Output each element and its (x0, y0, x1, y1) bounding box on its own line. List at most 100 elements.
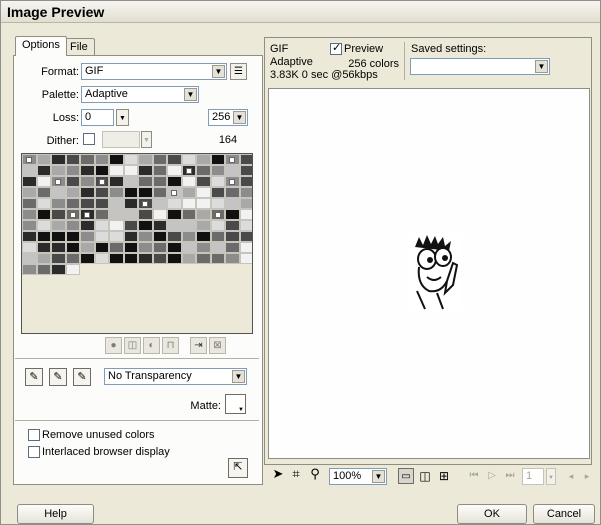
palette-swatch[interactable] (36, 253, 51, 264)
palette-swatch[interactable] (138, 231, 153, 242)
palette-swatch[interactable] (65, 165, 80, 176)
palette-swatch[interactable] (167, 231, 182, 242)
palette-swatch[interactable] (94, 154, 109, 165)
palette-swatch[interactable] (36, 154, 51, 165)
zoom-select[interactable]: 100% ▼ (329, 468, 387, 485)
palette-swatch[interactable] (51, 187, 66, 198)
palette-swatch[interactable] (239, 209, 252, 220)
palette-swatch[interactable] (210, 187, 225, 198)
palette-swatch[interactable] (65, 198, 80, 209)
palette-swatch[interactable] (210, 231, 225, 242)
palette-swatch[interactable] (51, 231, 66, 242)
palette-swatch[interactable] (152, 187, 167, 198)
palette-swatch[interactable] (80, 231, 95, 242)
palette-swatch[interactable] (239, 187, 252, 198)
tab-file[interactable]: File (63, 38, 95, 56)
palette-swatch[interactable] (51, 220, 66, 231)
palette-swatch[interactable] (210, 176, 225, 187)
palette-swatch[interactable] (36, 264, 51, 275)
palette-swatch[interactable] (22, 209, 37, 220)
palette-swatch[interactable] (65, 264, 80, 275)
palette-swatch[interactable] (152, 231, 167, 242)
palette-swatch[interactable] (167, 242, 182, 253)
palette-swatch[interactable] (65, 220, 80, 231)
format-options-button[interactable]: ☰ (230, 63, 247, 80)
palette-swatch[interactable] (196, 209, 211, 220)
palette-swatch[interactable] (167, 187, 182, 198)
palette-swatch[interactable] (36, 187, 51, 198)
colors-select[interactable]: 256 ▼ (208, 109, 248, 126)
palette-swatch[interactable] (181, 198, 196, 209)
palette-swatch[interactable] (181, 154, 196, 165)
frame-input[interactable]: 1 (522, 468, 544, 485)
palette-swatch[interactable] (22, 165, 37, 176)
palette-swatch[interactable] (167, 253, 182, 264)
palette-swatch[interactable] (80, 220, 95, 231)
crop-icon[interactable]: ⌗ (288, 466, 304, 482)
ok-button[interactable]: OK (457, 504, 527, 524)
palette-swatch[interactable] (210, 209, 225, 220)
interlaced-checkbox[interactable] (28, 446, 40, 458)
palette-swatch[interactable] (239, 242, 252, 253)
palette-swatch[interactable] (51, 165, 66, 176)
palette-swatch[interactable] (196, 154, 211, 165)
palette-swatch[interactable] (22, 264, 37, 275)
palette-swatch[interactable] (109, 253, 124, 264)
palette-swatch[interactable] (152, 154, 167, 165)
palette-swatch[interactable] (181, 231, 196, 242)
palette-swatch[interactable] (36, 209, 51, 220)
palette-swatch[interactable] (152, 198, 167, 209)
palette-swatch[interactable] (109, 209, 124, 220)
palette-swatch[interactable] (138, 176, 153, 187)
palette-swatch[interactable] (167, 165, 182, 176)
palette-swatch[interactable] (109, 242, 124, 253)
palette-swatch[interactable] (196, 165, 211, 176)
palette-swatch[interactable] (167, 220, 182, 231)
palette-swatch[interactable] (36, 176, 51, 187)
palette-swatch[interactable] (51, 209, 66, 220)
palette-swatch[interactable] (94, 220, 109, 231)
palette-swatch[interactable] (225, 253, 240, 264)
transparency-select[interactable]: No Transparency ▼ (104, 368, 247, 385)
optimize-to-size-icon[interactable]: ⇱ (228, 458, 248, 478)
palette-swatch[interactable] (123, 253, 138, 264)
palette-swatch[interactable] (181, 242, 196, 253)
palette-swatch[interactable] (181, 176, 196, 187)
palette-swatch[interactable] (94, 242, 109, 253)
palette-swatch[interactable] (225, 209, 240, 220)
palette-swatch[interactable] (109, 165, 124, 176)
palette-swatch[interactable] (22, 198, 37, 209)
play-icon[interactable]: ▷ (484, 468, 500, 484)
palette-swatch[interactable] (36, 220, 51, 231)
palette-swatch[interactable] (225, 198, 240, 209)
palette-swatch[interactable] (22, 220, 37, 231)
remove-unused-checkbox[interactable] (28, 429, 40, 441)
preview-checkbox[interactable]: ✓ (330, 42, 342, 55)
palette-swatch[interactable] (167, 154, 182, 165)
palette-swatch[interactable] (65, 231, 80, 242)
palette-swatch[interactable] (196, 242, 211, 253)
palette-swatch[interactable] (138, 165, 153, 176)
palette-swatch[interactable] (94, 187, 109, 198)
palette-swatch[interactable] (225, 165, 240, 176)
palette-select[interactable]: Adaptive ▼ (81, 86, 199, 103)
palette-swatch[interactable] (181, 253, 196, 264)
palette-swatch[interactable] (196, 198, 211, 209)
palette-swatch[interactable] (109, 176, 124, 187)
palette-swatch[interactable] (51, 176, 66, 187)
palette-swatch[interactable] (181, 209, 196, 220)
palette-swatch[interactable] (22, 231, 37, 242)
one-view-icon[interactable]: ▭ (398, 468, 414, 484)
frame-select-button[interactable]: ▼ (546, 468, 556, 485)
palette-swatch[interactable] (51, 154, 66, 165)
palette-swatch[interactable] (239, 154, 252, 165)
loss-input[interactable]: 0 (81, 109, 114, 126)
eyedropper-icon[interactable]: ✎ (25, 368, 43, 386)
palette-swatch[interactable] (167, 198, 182, 209)
palette-swatch[interactable] (36, 198, 51, 209)
palette-swatch[interactable] (65, 242, 80, 253)
palette-swatch[interactable] (22, 242, 37, 253)
palette-swatch[interactable] (181, 165, 196, 176)
palette-swatch[interactable] (138, 187, 153, 198)
palette-swatch[interactable] (123, 187, 138, 198)
